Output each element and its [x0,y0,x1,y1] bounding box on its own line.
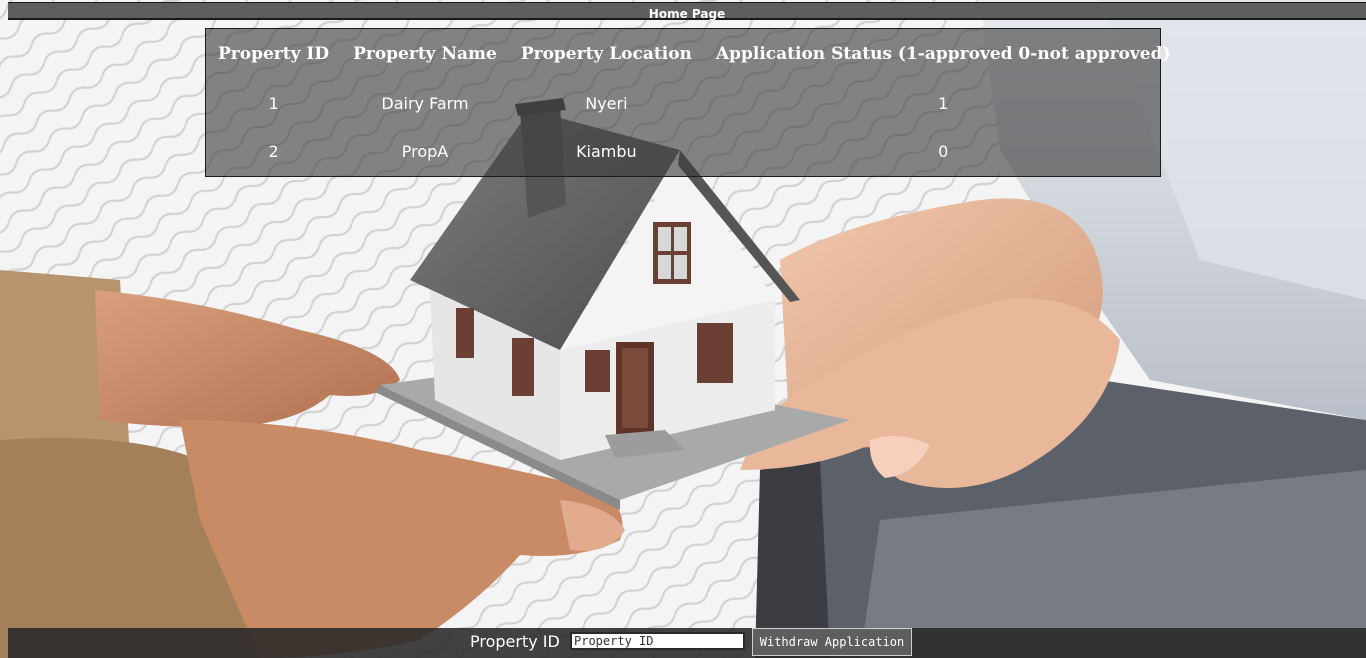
top-nav-bar: Home Page [8,2,1366,21]
cell-application-status: 1 [938,93,949,113]
table-header-row: Property ID Property Name Property Locat… [206,29,1183,79]
property-table: Property ID Property Name Property Locat… [206,29,1183,175]
header-property-location: Property Location [520,44,692,64]
cell-application-status: 0 [938,141,949,161]
property-id-label: Property ID [470,632,560,651]
cell-property-name: Dairy Farm [381,93,469,113]
page: Home Page Property ID Property Name Prop… [0,0,1366,658]
header-application-status: Application Status (1-approved 0-not app… [715,44,1171,64]
property-id-input[interactable] [570,632,745,650]
withdraw-application-button[interactable]: Withdraw Application [752,628,912,656]
property-table-container: Property ID Property Name Property Locat… [205,28,1171,177]
cell-property-id: 1 [268,93,279,113]
table-row: 1 Dairy Farm Nyeri 1 [206,79,1183,127]
home-page-link[interactable]: Home Page [649,7,725,21]
withdraw-form-bar: Property ID Withdraw Application [8,628,1366,658]
cell-property-id: 2 [268,141,279,161]
table-row: 2 PropA Kiambu 0 [206,127,1183,175]
header-property-id: Property ID [218,44,330,64]
cell-property-location: Nyeri [585,93,628,113]
cell-property-name: PropA [401,141,449,161]
cell-property-location: Kiambu [576,141,637,161]
header-property-name: Property Name [353,44,497,64]
